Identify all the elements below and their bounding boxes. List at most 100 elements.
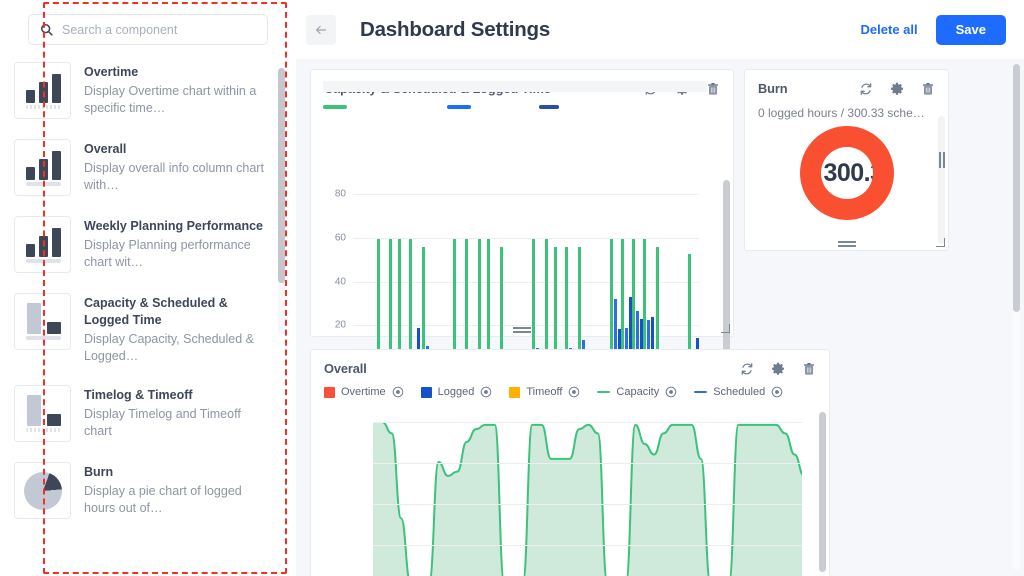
list-item-title: Timelog & Timeoff <box>84 387 266 404</box>
list-item-title: Overall <box>84 141 266 158</box>
card-scrollbar-vertical[interactable] <box>819 412 826 576</box>
list-item-desc: Display Overtime chart within a specific… <box>84 83 266 117</box>
card-overall[interactable]: Overall <box>310 349 830 576</box>
eye-icon[interactable] <box>568 386 580 398</box>
bar-group <box>364 194 375 369</box>
pair-bar-chart-icon <box>14 385 71 442</box>
card-burn[interactable]: Burn <box>744 69 949 251</box>
legend-item[interactable]: Timeoff <box>509 386 580 398</box>
bar-group <box>353 194 364 369</box>
card-header: Overall <box>311 350 829 383</box>
legend-label: Scheduled <box>713 386 765 398</box>
list-item-desc: Display Timelog and Timeoff chart <box>84 406 266 440</box>
component-list[interactable]: Overtime Display Overtime chart within a… <box>14 62 282 576</box>
bar-group <box>420 194 431 369</box>
main-area: Dashboard Settings Delete all Save Capac… <box>296 0 1024 576</box>
card-scrollbar-thumb[interactable] <box>723 180 730 360</box>
legend-item[interactable]: Scheduled <box>694 386 783 398</box>
resize-handle-corner[interactable] <box>721 324 730 333</box>
refresh-icon[interactable] <box>740 362 754 376</box>
resize-handle-bottom[interactable] <box>513 327 531 334</box>
list-item-desc: Display overall info column chart with… <box>84 160 266 194</box>
overall-area-series <box>373 422 802 576</box>
bar-group <box>386 194 397 369</box>
page-scrollbar-thumb[interactable] <box>1013 64 1020 312</box>
list-item[interactable]: Capacity & Scheduled & Logged Time Displ… <box>14 293 266 365</box>
card-title: Overall <box>324 361 367 376</box>
eye-icon[interactable] <box>392 386 404 398</box>
bar-group <box>643 194 654 369</box>
bar-group <box>532 194 543 369</box>
refresh-icon[interactable] <box>859 82 873 96</box>
trash-icon[interactable] <box>802 362 816 376</box>
search-box[interactable] <box>28 14 268 45</box>
area-fill <box>373 422 802 576</box>
card-scrollbar-vertical[interactable] <box>723 180 730 368</box>
card-actions <box>740 362 816 376</box>
back-button[interactable] <box>306 15 336 45</box>
gear-icon[interactable] <box>771 362 785 376</box>
legend-label: Overtime <box>341 386 386 398</box>
delete-all-button[interactable]: Delete all <box>861 22 918 37</box>
card-header: Burn <box>745 70 948 103</box>
card-scrollbar-thumb[interactable] <box>819 412 826 572</box>
dashboard-canvas: Capacity & Scheduled & Logged Time <box>296 59 1024 576</box>
canvas-row-1: Capacity & Scheduled & Logged Time <box>310 69 1008 337</box>
card-scrollbar-thumb[interactable] <box>938 116 945 244</box>
eye-icon[interactable] <box>771 386 783 398</box>
save-button[interactable]: Save <box>936 15 1006 45</box>
eye-icon[interactable] <box>480 386 492 398</box>
bar-series-container <box>353 194 699 369</box>
search-input[interactable] <box>62 23 256 37</box>
bar-group <box>453 194 464 369</box>
list-item[interactable]: Timelog & Timeoff Display Timelog and Ti… <box>14 385 266 442</box>
bar-group <box>621 194 632 369</box>
donut-ring: 300.3 <box>800 126 894 220</box>
eye-icon[interactable] <box>665 386 677 398</box>
list-item[interactable]: Weekly Planning Performance Display Plan… <box>14 216 266 273</box>
bar-chart-icon <box>14 62 71 119</box>
bar-group <box>610 194 621 369</box>
donut-hole: 300.3 <box>821 147 873 199</box>
legend-item[interactable]: Capacity <box>597 386 677 398</box>
bar-group <box>543 194 554 369</box>
trash-icon[interactable] <box>921 82 935 96</box>
bar-group <box>587 194 598 369</box>
legend-item[interactable]: Logged <box>421 386 493 398</box>
clipped-legend-background <box>323 81 707 92</box>
gear-icon[interactable] <box>890 82 904 96</box>
bar-group <box>409 194 420 369</box>
resize-handle-right[interactable] <box>939 152 946 168</box>
bar-chart-icon <box>14 139 71 196</box>
resize-handle-corner[interactable] <box>936 238 945 247</box>
legend-item[interactable]: Overtime <box>324 386 404 398</box>
clipped-legend <box>323 103 721 114</box>
resize-handle-bottom[interactable] <box>838 241 856 248</box>
legend-color-swatch <box>509 387 520 398</box>
bar-group <box>665 194 676 369</box>
overall-legend: Overtime Logged Timeoff Capacity Scheduled <box>311 383 829 407</box>
list-item[interactable]: Overall Display overall info column char… <box>14 139 266 196</box>
bar-group <box>398 194 409 369</box>
list-item[interactable]: Burn Display a pie chart of logged hours… <box>14 462 266 519</box>
trash-icon[interactable] <box>706 82 720 96</box>
overall-chart-plot: 75.37 56.5275 37.685 18.8425 <box>373 422 802 576</box>
bar-group <box>554 194 565 369</box>
legend-color-swatch <box>421 387 432 398</box>
card-capacity-scheduled-logged[interactable]: Capacity & Scheduled & Logged Time <box>310 69 734 337</box>
bar-group <box>576 194 587 369</box>
list-item-desc: Display a pie chart of logged hours out … <box>84 483 266 517</box>
sidebar-scrollbar-thumb[interactable] <box>278 68 285 283</box>
bar-group <box>431 194 442 369</box>
legend-label: Capacity <box>616 386 659 398</box>
list-item[interactable]: Overtime Display Overtime chart within a… <box>14 62 266 119</box>
top-bar: Dashboard Settings Delete all Save <box>296 0 1024 59</box>
list-item-title: Burn <box>84 464 266 481</box>
legend-line-swatch <box>694 391 707 394</box>
card-actions <box>859 82 935 96</box>
page-scrollbar[interactable] <box>1013 64 1020 570</box>
sidebar-scrollbar[interactable] <box>278 68 285 334</box>
card-scrollbar-vertical[interactable] <box>938 116 945 244</box>
bar-group <box>509 194 520 369</box>
bar-group <box>654 194 665 369</box>
